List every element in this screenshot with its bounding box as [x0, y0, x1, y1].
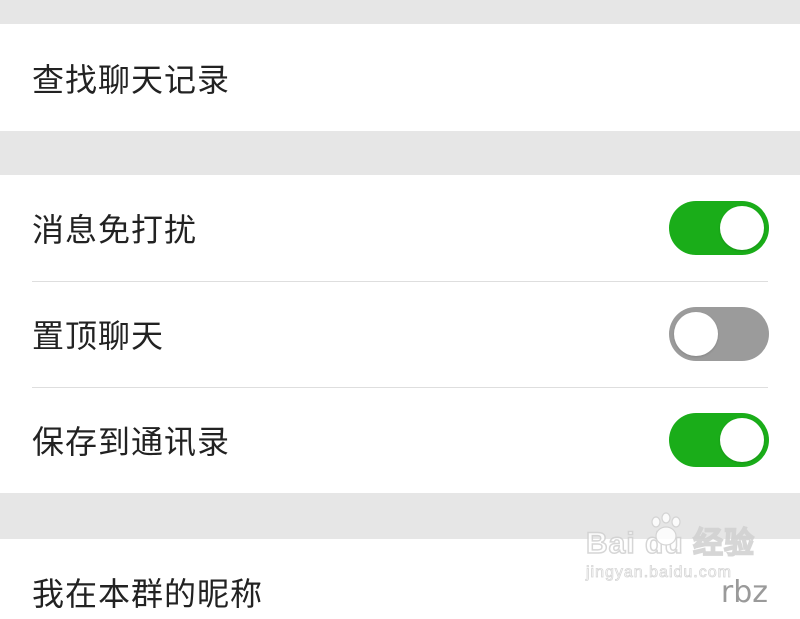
save-to-contacts-row[interactable]: 保存到通讯录 [0, 387, 800, 493]
toggles-group: 消息免打扰 置顶聊天 保存到通讯录 [0, 175, 800, 493]
sticky-on-top-row[interactable]: 置顶聊天 [0, 281, 800, 387]
mute-notifications-row[interactable]: 消息免打扰 [0, 175, 800, 281]
section-gap [0, 493, 800, 539]
sticky-on-top-switch[interactable] [669, 307, 769, 361]
mute-notifications-label: 消息免打扰 [32, 211, 198, 249]
nickname-group: 我在本群的昵称 rbz [0, 539, 800, 619]
save-to-contacts-switch[interactable] [669, 413, 769, 467]
mute-notifications-switch[interactable] [669, 201, 769, 255]
my-group-nickname-row[interactable]: 我在本群的昵称 rbz [0, 539, 800, 619]
find-chat-history-label: 查找聊天记录 [32, 60, 231, 99]
my-group-nickname-label: 我在本群的昵称 [32, 575, 264, 613]
save-to-contacts-label: 保存到通讯录 [32, 423, 231, 461]
find-chat-history-row[interactable]: 查找聊天记录 [0, 24, 800, 131]
section-gap [0, 131, 800, 175]
switch-knob [720, 418, 764, 462]
switch-knob [674, 312, 718, 356]
top-gap [0, 0, 800, 24]
switch-knob [720, 206, 764, 250]
my-group-nickname-value: rbz [720, 575, 768, 610]
sticky-on-top-label: 置顶聊天 [32, 317, 165, 355]
search-group: 查找聊天记录 [0, 24, 800, 131]
